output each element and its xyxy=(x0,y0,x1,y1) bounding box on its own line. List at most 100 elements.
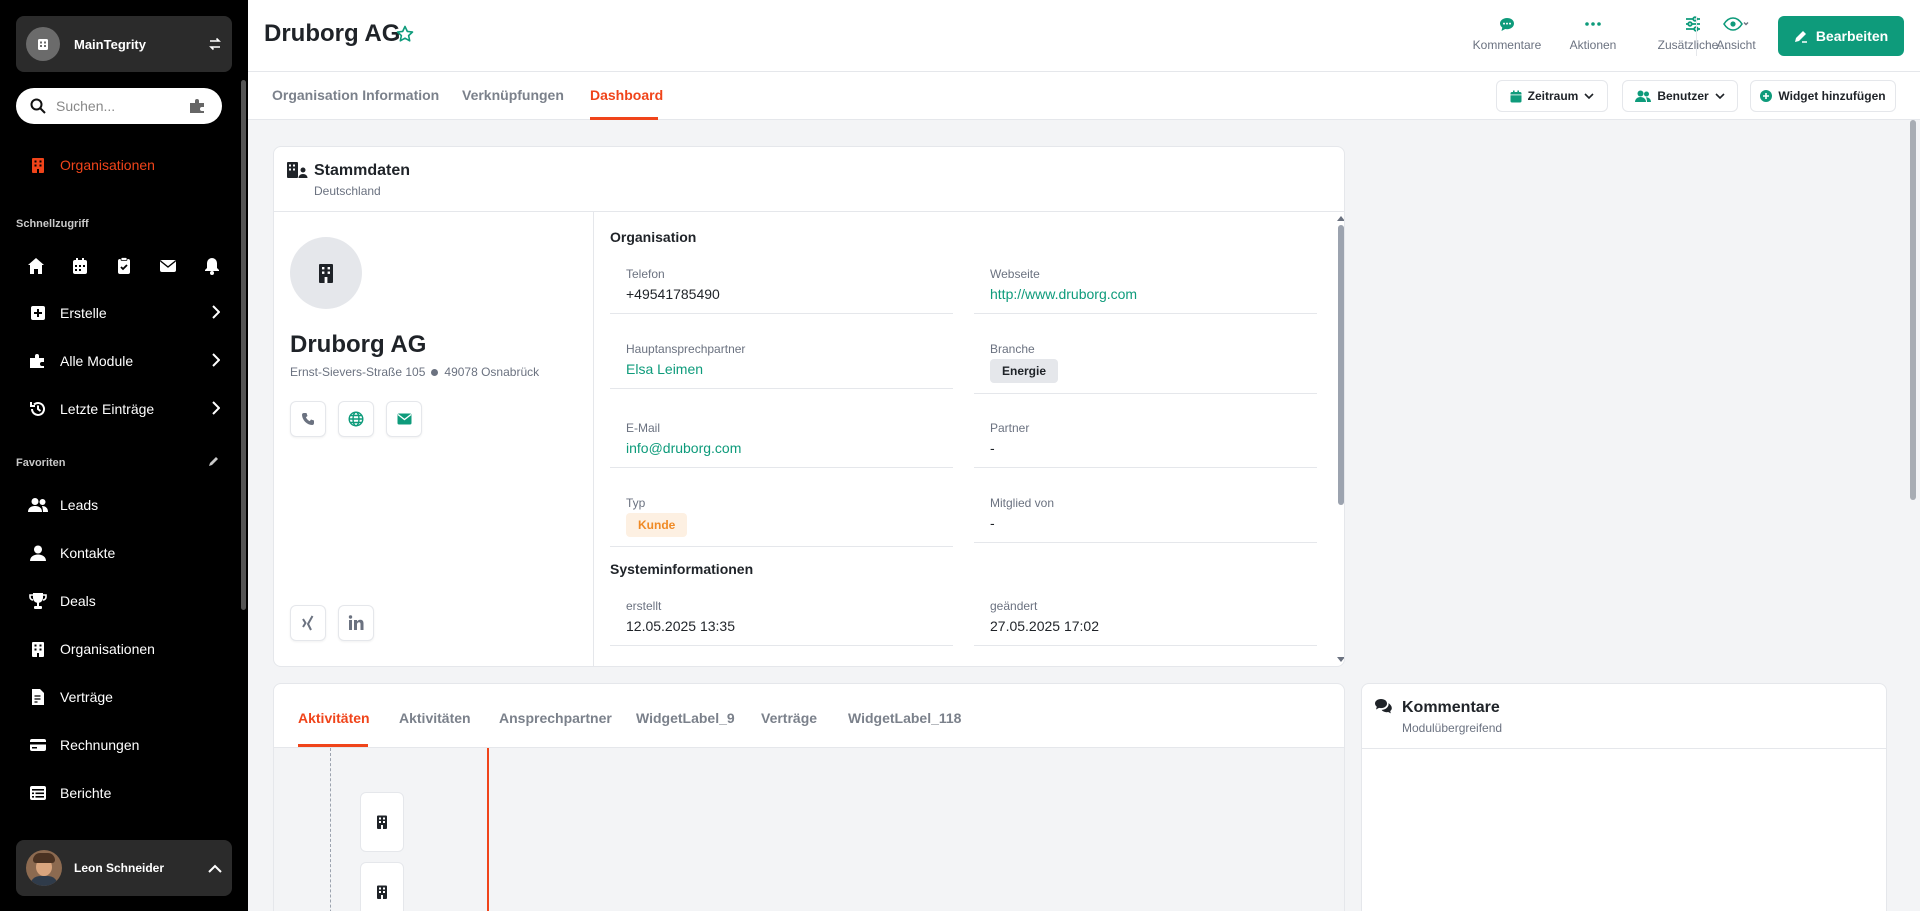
field-value-webseite-link[interactable]: http://www.druborg.com xyxy=(990,286,1137,302)
sliders-icon xyxy=(1685,16,1701,32)
widget-tab-aktivitaeten-1[interactable]: Aktivitäten xyxy=(298,710,370,726)
building-icon xyxy=(376,885,388,899)
field-label-erstellt: erstellt xyxy=(626,599,662,613)
comments-action[interactable]: Kommentare xyxy=(1460,16,1554,52)
linkedin-icon xyxy=(348,615,364,631)
edit-button[interactable]: Bearbeiten xyxy=(1778,16,1904,56)
sidebar-item-rechnungen[interactable]: Rechnungen xyxy=(0,725,240,765)
sidebar-item-label: Kontakte xyxy=(60,545,116,561)
xing-button[interactable] xyxy=(290,605,326,641)
field-value-telefon[interactable]: +49541785490 xyxy=(626,286,720,302)
favorites-title: Favoriten xyxy=(16,457,66,469)
sidebar-item-vertraege[interactable]: Verträge xyxy=(0,677,240,717)
field-label-telefon: Telefon xyxy=(626,267,665,281)
building-icon xyxy=(376,815,388,829)
org-switcher[interactable]: MainTegrity xyxy=(16,16,232,72)
sidebar-menu-erstelle[interactable]: Erstelle xyxy=(0,293,240,333)
timeline-item[interactable] xyxy=(360,792,404,852)
widgets-card: Aktivitäten Aktivitäten Ansprechpartner … xyxy=(273,683,1345,911)
search-input[interactable] xyxy=(56,98,176,114)
tab-organisation-information[interactable]: Organisation Information xyxy=(272,87,439,103)
bell-icon[interactable] xyxy=(202,256,222,276)
chevron-right-icon xyxy=(212,401,220,415)
sidebar-item-label: Rechnungen xyxy=(60,737,140,753)
org-name: MainTegrity xyxy=(74,36,146,52)
quick-access-title: Schnellzugriff xyxy=(16,218,89,230)
header-divider xyxy=(1696,16,1697,56)
sidebar-item-berichte[interactable]: Berichte xyxy=(0,773,240,813)
tab-dashboard[interactable]: Dashboard xyxy=(590,87,663,103)
field-label-email: E-Mail xyxy=(626,421,661,435)
sidebar-item-label: Leads xyxy=(60,497,99,513)
field-value-ansprechpartner-link[interactable]: Elsa Leimen xyxy=(626,361,703,377)
chevron-down-icon xyxy=(1584,93,1594,99)
sidebar-menu-letzte-eintraege[interactable]: Letzte Einträge xyxy=(0,389,240,429)
sidebar-item-organisationen[interactable]: Organisationen xyxy=(0,629,240,669)
widget-tab-ansprechpartner[interactable]: Ansprechpartner xyxy=(499,710,612,726)
home-icon[interactable] xyxy=(26,256,46,276)
user-menu[interactable]: Leon Schneider xyxy=(16,840,232,896)
edit-button-label: Bearbeiten xyxy=(1815,28,1889,44)
sidebar-item-organisationen-active[interactable]: Organisationen xyxy=(0,145,240,185)
email-button[interactable] xyxy=(386,401,422,437)
mail-icon[interactable] xyxy=(158,256,178,276)
comments-icon xyxy=(1374,698,1394,714)
scroll-up-arrow-icon[interactable] xyxy=(1337,215,1344,221)
page-title: Druborg AG xyxy=(264,20,401,47)
sidebar-item-label: Organisationen xyxy=(60,157,155,173)
sidebar-item-label: Verträge xyxy=(60,689,113,705)
sidebar-menu-alle-module[interactable]: Alle Module xyxy=(0,341,240,381)
sidebar-item-deals[interactable]: Deals xyxy=(0,581,240,621)
field-label-webseite: Webseite xyxy=(990,267,1040,281)
chevron-up-icon[interactable] xyxy=(208,864,222,873)
puzzle-icon[interactable] xyxy=(188,99,208,113)
widget-tab-vertraege[interactable]: Verträge xyxy=(761,710,817,726)
call-button[interactable] xyxy=(290,401,326,437)
switch-arrows-icon[interactable] xyxy=(208,37,222,51)
page-scrollbar[interactable] xyxy=(1910,120,1916,500)
company-address: Ernst-Sievers-Straße 105 49078 Osnabrück xyxy=(290,365,539,379)
add-widget-button[interactable]: Widget hinzufügen xyxy=(1750,80,1896,112)
website-button[interactable] xyxy=(338,401,374,437)
widget-tab-widgetlabel-9[interactable]: WidgetLabel_9 xyxy=(636,710,735,726)
widget-tab-widgetlabel-118[interactable]: WidgetLabel_118 xyxy=(848,710,961,726)
zeitraum-dropdown[interactable]: Zeitraum xyxy=(1496,80,1608,112)
company-name: Druborg AG xyxy=(290,331,427,358)
panel-scrollbar[interactable] xyxy=(1338,225,1344,505)
star-icon[interactable] xyxy=(396,25,414,43)
xing-icon xyxy=(301,615,315,631)
users-icon xyxy=(1635,90,1652,102)
typ-badge: Kunde xyxy=(626,513,688,537)
divider xyxy=(274,211,1344,212)
clipboard-check-icon[interactable] xyxy=(114,256,134,276)
sidebar-search[interactable] xyxy=(16,88,222,124)
scroll-down-arrow-icon[interactable] xyxy=(1337,657,1344,663)
building-icon xyxy=(28,639,48,659)
field-value-partner: - xyxy=(990,440,995,456)
benutzer-dropdown[interactable]: Benutzer xyxy=(1622,80,1738,112)
timeline-area xyxy=(274,748,1344,911)
comments-label: Kommentare xyxy=(1472,38,1542,52)
building-user-icon xyxy=(286,161,308,179)
sidebar-scrollbar[interactable] xyxy=(241,80,246,610)
history-icon xyxy=(28,399,48,419)
pencil-icon[interactable] xyxy=(208,455,220,467)
section-systeminformationen: Systeminformationen xyxy=(610,561,754,577)
plus-circle-icon xyxy=(1760,90,1773,102)
sidebar-item-leads[interactable]: Leads xyxy=(0,485,240,525)
timeline-item[interactable] xyxy=(360,862,404,911)
calendar-icon[interactable] xyxy=(70,256,90,276)
street: Ernst-Sievers-Straße 105 xyxy=(290,365,426,379)
building-icon xyxy=(317,263,335,283)
comment-icon xyxy=(1499,16,1515,32)
view-action[interactable]: Ansicht xyxy=(1708,16,1764,52)
separator-dot xyxy=(431,368,439,376)
page-header: Druborg AG Kommentare Aktionen Zusätzlic… xyxy=(248,0,1920,72)
widget-tab-aktivitaeten-2[interactable]: Aktivitäten xyxy=(399,710,471,726)
tab-verknuepfungen[interactable]: Verknüpfungen xyxy=(462,87,564,103)
calendar-icon xyxy=(1510,90,1522,103)
linkedin-button[interactable] xyxy=(338,605,374,641)
field-value-email-link[interactable]: info@druborg.com xyxy=(626,440,741,456)
field-underline xyxy=(974,645,1317,646)
sidebar-item-kontakte[interactable]: Kontakte xyxy=(0,533,240,573)
